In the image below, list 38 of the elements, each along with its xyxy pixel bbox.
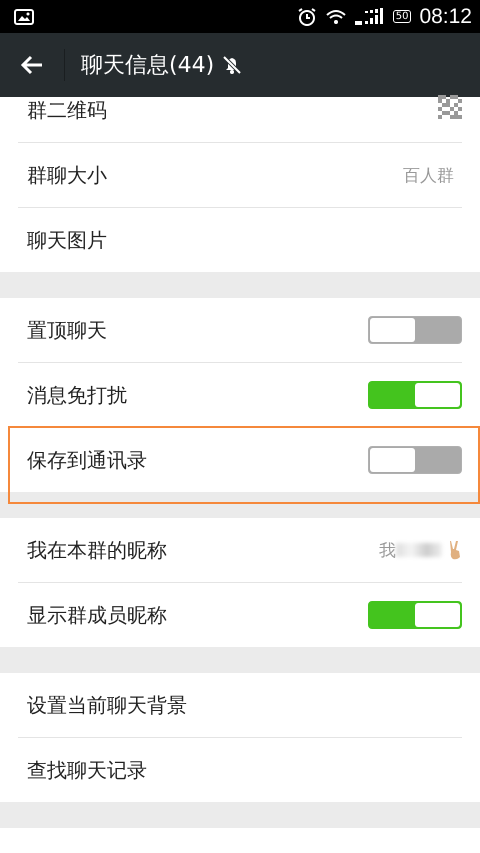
toggle-switch[interactable]	[368, 601, 462, 629]
row-label: 群聊大小	[27, 162, 108, 188]
victory-hand-icon	[448, 540, 462, 560]
settings-row[interactable]: 显示群成员昵称	[0, 583, 480, 647]
muted-bell-icon	[222, 55, 242, 75]
alarm-icon	[296, 6, 317, 26]
settings-row[interactable]: 设置当前聊天背景	[0, 673, 480, 737]
header-title: 聊天信息(44)	[81, 52, 214, 80]
row-label: 设置当前聊天背景	[27, 692, 188, 718]
signal-icon	[354, 6, 385, 26]
blurred-text	[396, 543, 442, 557]
nickname-value: 我	[379, 540, 396, 562]
row-label: 群二维码	[27, 97, 108, 123]
settings-row[interactable]: 保存到通讯录	[0, 428, 480, 492]
toggle-switch[interactable]	[368, 381, 462, 409]
settings-row[interactable]: 群聊大小 百人群	[0, 143, 480, 207]
settings-row[interactable]: 我在本群的昵称 我	[0, 518, 480, 582]
image-icon	[14, 8, 34, 24]
row-label: 查找聊天记录	[27, 757, 148, 783]
back-arrow-icon	[20, 55, 44, 75]
row-label: 显示群成员昵称	[27, 602, 168, 628]
clock-time: 08:12	[419, 4, 472, 28]
settings-row[interactable]: 聊天图片	[0, 208, 480, 272]
row-label: 保存到通讯录	[27, 447, 148, 473]
row-value: 百人群	[403, 164, 454, 186]
row-label: 聊天图片	[27, 227, 108, 253]
settings-row[interactable]: 置顶聊天	[0, 298, 480, 362]
settings-row[interactable]: 群二维码	[0, 97, 480, 142]
row-label: 置顶聊天	[27, 317, 108, 343]
toggle-switch[interactable]	[368, 316, 462, 344]
qr-code-icon	[438, 95, 462, 119]
wifi-icon	[324, 8, 347, 26]
settings-row[interactable]: 消息免打扰	[0, 363, 480, 427]
settings-row[interactable]: 查找聊天记录	[0, 738, 480, 802]
toggle-switch[interactable]	[368, 446, 462, 474]
row-label: 消息免打扰	[27, 382, 128, 408]
row-label: 我在本群的昵称	[27, 537, 168, 563]
battery-level: 50	[392, 10, 412, 23]
